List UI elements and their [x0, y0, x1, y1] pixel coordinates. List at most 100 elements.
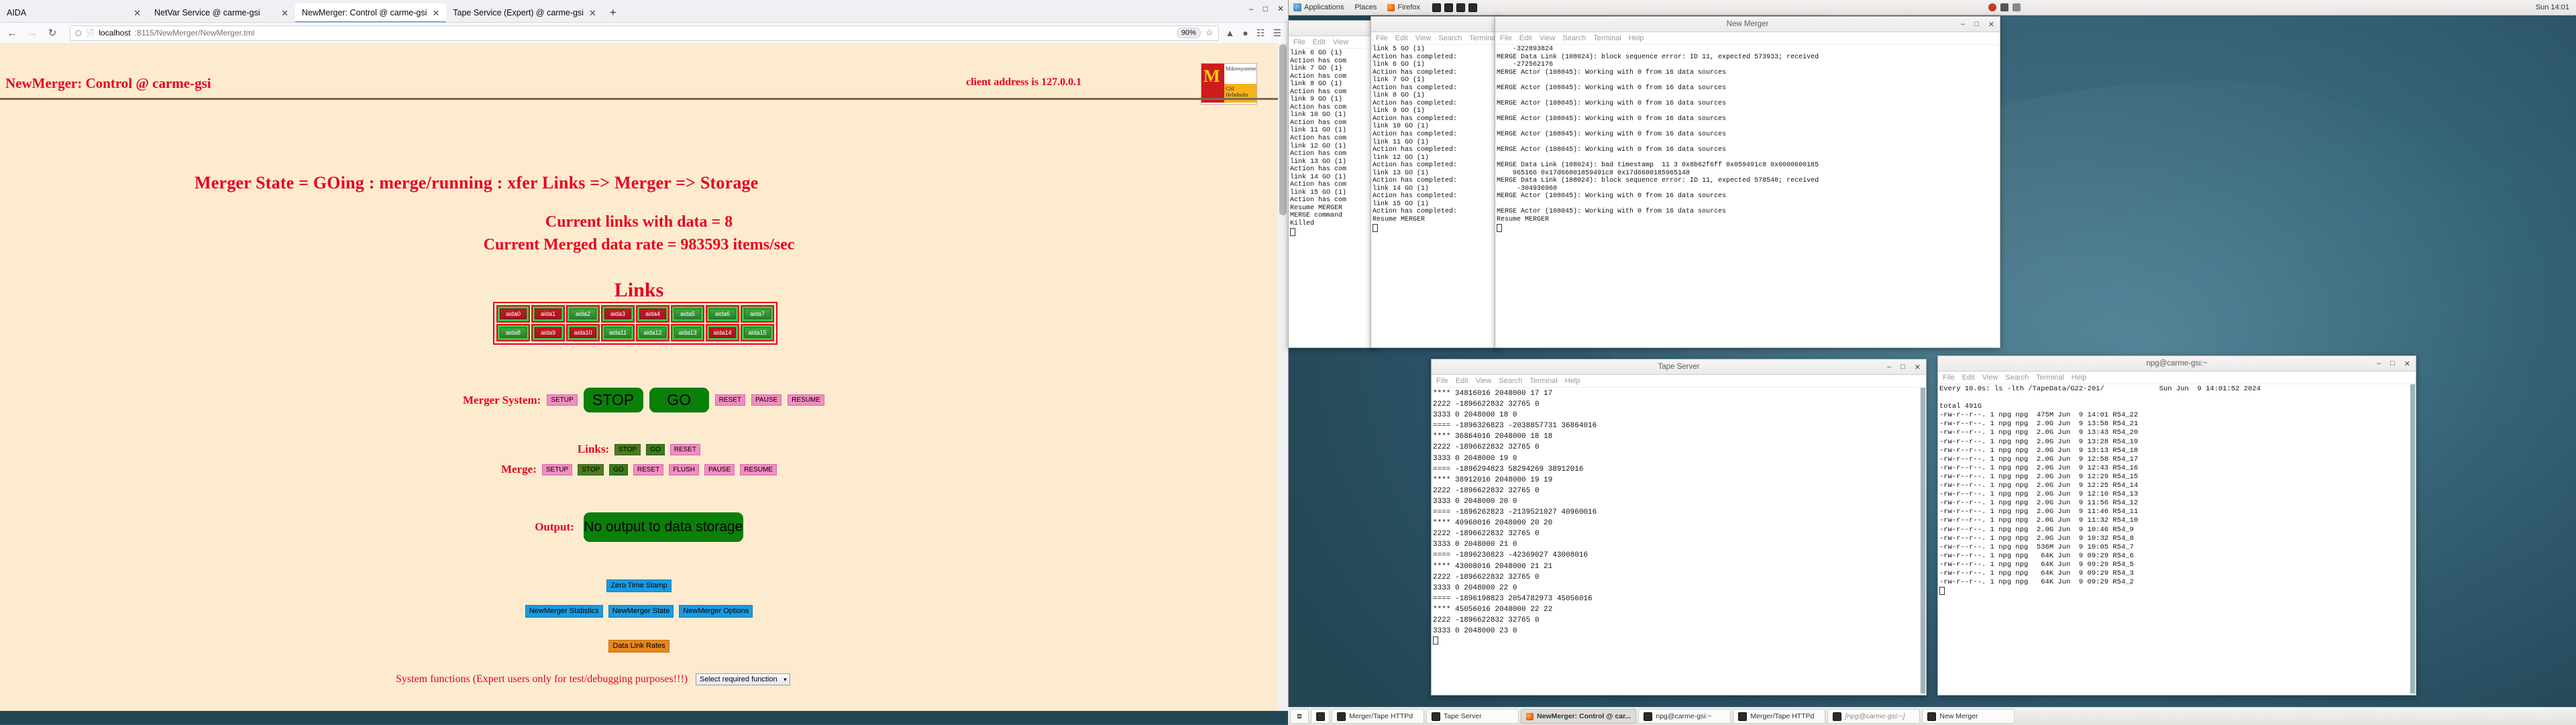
menu-edit[interactable]: Edit — [1962, 374, 1975, 382]
minimize-icon[interactable]: – — [1249, 4, 1254, 13]
taskbar-item-new-merger[interactable]: New Merger — [1922, 709, 2015, 724]
tab-aida[interactable]: AIDA ✕ — [0, 3, 148, 22]
menu-view[interactable]: View — [1982, 374, 1998, 382]
newmerger-options-button[interactable]: NewMerger Options — [679, 605, 753, 618]
link-button-aida2[interactable]: aida2 — [570, 309, 596, 319]
extensions-icon[interactable]: ☷ — [1256, 27, 1265, 39]
menu-edit[interactable]: Edit — [1519, 34, 1532, 42]
terminal-window-merger-httpd-1[interactable]: File Edit View Search Terminal link 5 GO… — [1371, 16, 1501, 348]
taskbar-item-tape-server[interactable]: Tape Server — [1426, 709, 1519, 724]
link-button-aida3[interactable]: aida3 — [604, 309, 631, 319]
menu-search[interactable]: Search — [2005, 374, 2029, 382]
merger-system-pause-button[interactable]: PAUSE — [751, 394, 782, 406]
link-button-aida9[interactable]: aida9 — [535, 327, 561, 338]
taskbar-item-merger-tape-httpd-2[interactable]: Merger/Tape HTTPd — [1733, 709, 1825, 724]
tab-netvar-service[interactable]: NetVar Service @ carme-gsi ✕ — [148, 3, 295, 22]
menu-search[interactable]: Search — [1562, 34, 1586, 42]
merger-system-setup-button[interactable]: SETUP — [547, 394, 577, 406]
merger-system-go-button[interactable]: GO — [649, 388, 709, 412]
output-status-button[interactable]: No output to data storage — [584, 512, 743, 542]
merger-system-reset-button[interactable]: RESET — [715, 394, 745, 406]
close-icon[interactable]: ✕ — [1988, 20, 1994, 29]
taskbar-item-merger-tape-httpd-1[interactable]: Merger/Tape HTTPd — [1332, 709, 1424, 724]
maximize-icon[interactable]: □ — [1900, 363, 1905, 372]
page-scrollbar[interactable] — [1278, 43, 1288, 711]
back-icon[interactable]: ← — [5, 27, 19, 39]
merge-setup-button[interactable]: SETUP — [542, 464, 572, 476]
close-icon[interactable]: ✕ — [281, 9, 288, 17]
terminal-icon[interactable] — [1468, 3, 1477, 12]
menu-search[interactable]: Search — [1438, 34, 1462, 42]
taskbar-item-npg-minimized[interactable]: [npg@carme-gsi:~] — [1827, 709, 1920, 724]
close-icon[interactable]: ✕ — [589, 9, 596, 17]
link-cell[interactable]: aida3 — [601, 305, 635, 323]
minimize-icon[interactable]: – — [1961, 20, 1965, 29]
title-bar[interactable]: npg@carme-gsi:~ – □ ✕ — [1938, 356, 2416, 372]
link-button-aida12[interactable]: aida12 — [639, 327, 666, 338]
taskbar-item-npg-carme-gsi[interactable]: npg@carme-gsi:~ — [1638, 709, 1731, 724]
menu-search[interactable]: Search — [1499, 377, 1522, 385]
terminal-window-tape-server[interactable]: Tape Server – □ ✕ File Edit View Search … — [1431, 359, 1927, 695]
link-cell[interactable]: aida5 — [671, 305, 704, 323]
menu-file[interactable]: File — [1376, 34, 1388, 42]
menu-help[interactable]: Help — [1629, 34, 1644, 42]
link-cell[interactable]: aida8 — [496, 324, 530, 341]
menu-view[interactable]: View — [1415, 34, 1432, 42]
link-cell[interactable]: aida9 — [531, 324, 565, 341]
link-cell[interactable]: aida0 — [496, 305, 530, 323]
terminal-window-npg[interactable]: npg@carme-gsi:~ – □ ✕ File Edit View Sea… — [1937, 355, 2416, 695]
menu-view[interactable]: View — [1333, 38, 1349, 46]
menu-terminal[interactable]: Terminal — [1469, 34, 1497, 42]
newmerger-statistics-button[interactable]: NewMerger Statistics — [525, 605, 603, 618]
menu-help[interactable]: Help — [2072, 374, 2087, 382]
link-cell[interactable]: aida11 — [601, 324, 635, 341]
account-icon[interactable]: ● — [1242, 27, 1248, 38]
menu-file[interactable]: File — [1293, 38, 1305, 46]
link-button-aida4[interactable]: aida4 — [639, 309, 666, 319]
applications-menu[interactable]: Applications — [1288, 0, 1349, 15]
link-cell[interactable]: aida14 — [706, 324, 739, 341]
link-cell[interactable]: aida6 — [706, 305, 739, 323]
link-cell[interactable]: aida4 — [636, 305, 669, 323]
show-desktop-icon[interactable]: ⧈ — [1290, 709, 1309, 724]
network-icon[interactable] — [2000, 3, 2008, 11]
menu-file[interactable]: File — [1500, 34, 1512, 42]
firefox-panel-button[interactable]: Firefox — [1382, 0, 1426, 15]
terminal-window-merger-httpd-2[interactable]: File Edit View link 6 GO (1) Action has … — [1288, 20, 1377, 348]
forward-icon[interactable]: → — [25, 27, 39, 39]
menu-edit[interactable]: Edit — [1456, 377, 1468, 385]
links-go-button[interactable]: GO — [646, 444, 665, 455]
volume-icon[interactable] — [1988, 3, 1996, 11]
link-button-aida5[interactable]: aida5 — [674, 309, 701, 319]
reload-icon[interactable]: ↻ — [46, 27, 59, 39]
panel-clock[interactable]: Sun 14:01 — [2536, 3, 2576, 11]
star-icon[interactable]: ☆ — [1205, 27, 1214, 38]
zero-time-stamp-button[interactable]: Zero Time Stamp — [606, 579, 671, 592]
terminal-scrollbar[interactable] — [1920, 386, 1926, 695]
menu-terminal[interactable]: Terminal — [1529, 377, 1558, 385]
menu-edit[interactable]: Edit — [1395, 34, 1408, 42]
link-cell[interactable]: aida10 — [566, 324, 600, 341]
close-icon[interactable]: ✕ — [2404, 359, 2410, 368]
close-icon[interactable]: ✕ — [1277, 4, 1284, 13]
menu-view[interactable]: View — [1540, 34, 1556, 42]
title-bar[interactable]: New Merger – □ ✕ — [1495, 17, 2000, 32]
menu-terminal[interactable]: Terminal — [1593, 34, 1621, 42]
link-button-aida11[interactable]: aida11 — [604, 327, 631, 338]
terminal-scrollbar[interactable] — [2410, 383, 2416, 695]
link-button-aida13[interactable]: aida13 — [674, 327, 701, 338]
merge-reset-button[interactable]: RESET — [633, 464, 663, 476]
minimize-icon[interactable]: – — [1887, 363, 1891, 372]
minimize-icon[interactable]: – — [2377, 359, 2381, 368]
merge-go-button[interactable]: GO — [609, 464, 628, 476]
link-cell[interactable]: aida1 — [531, 305, 565, 323]
link-button-aida10[interactable]: aida10 — [570, 327, 596, 338]
merger-system-resume-button[interactable]: RESUME — [788, 394, 824, 406]
system-functions-select[interactable]: Select required function ▾ — [696, 673, 790, 685]
link-button-aida7[interactable]: aida7 — [744, 309, 771, 319]
scrollbar-thumb[interactable] — [1279, 44, 1287, 215]
close-icon[interactable]: ✕ — [432, 9, 439, 17]
merge-pause-button[interactable]: PAUSE — [704, 464, 735, 476]
terminal-icon[interactable] — [1432, 3, 1441, 12]
links-stop-button[interactable]: STOP — [614, 444, 641, 455]
